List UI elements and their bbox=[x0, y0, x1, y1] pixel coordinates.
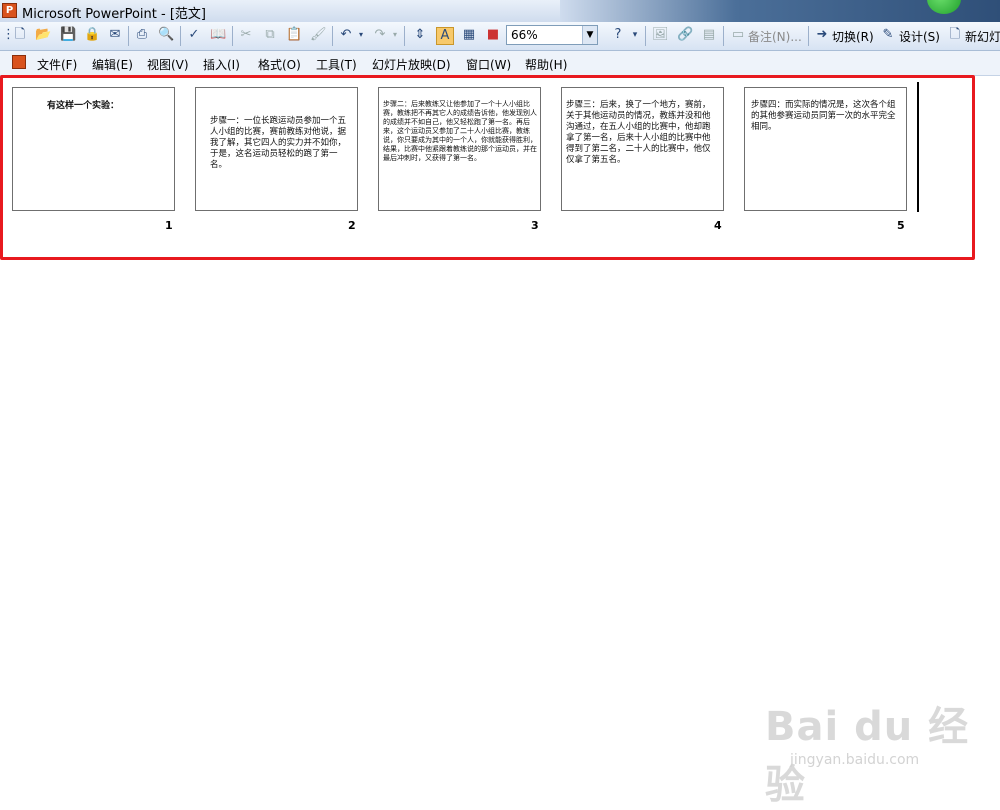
toolbar-separator bbox=[332, 26, 333, 46]
menu-insert[interactable]: 插入(I) bbox=[203, 56, 240, 73]
save-icon[interactable]: 💾 bbox=[60, 27, 76, 43]
slide-text: 步骤四：而实际的情况是，这次各个组的其他参赛运动员同第一次的水平完全相同。 bbox=[751, 100, 896, 132]
print-preview-icon[interactable]: 🔍 bbox=[158, 27, 174, 43]
toolbar-separator bbox=[232, 26, 233, 46]
insert-chart-icon[interactable]: ▤ bbox=[701, 27, 717, 43]
menu-bar: 文件(F) 编辑(E) 视图(V) 插入(I) 格式(O) 工具(T) 幻灯片放… bbox=[0, 51, 1000, 76]
grid-icon[interactable]: ▦ bbox=[461, 27, 477, 43]
paste-icon[interactable]: 📋 bbox=[286, 27, 302, 43]
new-slide-icon[interactable]: 🗋 bbox=[947, 27, 963, 43]
research-icon[interactable]: 📖 bbox=[210, 27, 226, 43]
slide-thumbnail-4[interactable]: 步骤三：后来，换了一个地方，赛前，关于其他运动员的情况，教练并没和他沟通过，在五… bbox=[561, 87, 724, 211]
slide-number: 5 bbox=[897, 219, 905, 232]
menu-file[interactable]: 文件(F) bbox=[37, 56, 77, 73]
hyperlink-icon[interactable]: 🔗 bbox=[677, 27, 693, 43]
insertion-cursor bbox=[917, 82, 919, 212]
slide-text: 步骤三：后来，换了一个地方，赛前，关于其他运动员的情况，教练并没和他沟通过，在五… bbox=[566, 100, 711, 165]
design-icon[interactable]: ✎ bbox=[880, 27, 896, 43]
window-title: Microsoft PowerPoint - [范文] bbox=[22, 7, 206, 22]
toolbar-separator bbox=[180, 26, 181, 46]
baidu-watermark-url: jingyan.baidu.com bbox=[790, 752, 920, 768]
new-slide-button[interactable]: 新幻灯 bbox=[965, 28, 1000, 45]
powerpoint-app-icon[interactable]: P bbox=[2, 3, 17, 18]
zoom-value: 66% bbox=[511, 28, 538, 42]
title-bar: P Microsoft PowerPoint - [范文] bbox=[0, 0, 1000, 23]
new-document-icon[interactable]: 🗋 bbox=[12, 27, 28, 43]
slide-text: 步骤二：后来教练又让他参加了一个十人小组比赛，教练把不再其它人的成绩告诉他，他发… bbox=[383, 100, 537, 162]
format-painter-icon[interactable]: 🖌 bbox=[310, 27, 327, 43]
email-icon[interactable]: ✉ bbox=[107, 27, 123, 43]
slide-number: 4 bbox=[714, 219, 722, 232]
spelling-icon[interactable]: ✓ bbox=[186, 27, 202, 43]
copy-icon[interactable]: ⧉ bbox=[262, 27, 278, 43]
print-icon[interactable]: ⎙ bbox=[134, 27, 150, 43]
document-menu-icon[interactable] bbox=[12, 55, 26, 69]
toolbar-separator bbox=[128, 26, 129, 46]
menu-help[interactable]: 帮助(H) bbox=[525, 56, 567, 73]
menu-slideshow[interactable]: 幻灯片放映(D) bbox=[372, 56, 451, 73]
insert-picture-icon[interactable]: 🖼 bbox=[652, 27, 669, 43]
zoom-select[interactable]: 66% ▼ bbox=[506, 25, 598, 45]
redo-icon[interactable]: ↷ bbox=[372, 27, 388, 43]
chevron-down-icon[interactable]: ▼ bbox=[582, 26, 597, 44]
notes-icon[interactable]: ▭ bbox=[730, 27, 746, 43]
slide-thumbnail-5[interactable]: 步骤四：而实际的情况是，这次各个组的其他参赛运动员同第一次的水平完全相同。 bbox=[744, 87, 907, 211]
slide-number: 3 bbox=[531, 219, 539, 232]
standard-toolbar: ⋮ 🗋 📂 💾 🔒 ✉ ⎙ 🔍 ✓ 📖 ✂ ⧉ 📋 🖌 ↶ ▾ ↷ ▾ ⇕ A … bbox=[0, 22, 1000, 51]
toolbar-separator bbox=[808, 26, 809, 46]
slide-text: 有这样一个实验： bbox=[47, 101, 120, 111]
cut-icon[interactable]: ✂ bbox=[238, 27, 254, 43]
help-icon[interactable]: ? bbox=[610, 27, 626, 43]
open-folder-icon[interactable]: 📂 bbox=[35, 27, 51, 43]
undo-dropdown-icon[interactable]: ▾ bbox=[357, 27, 365, 43]
menu-window[interactable]: 窗口(W) bbox=[466, 56, 511, 73]
slide-transition-icon[interactable]: ➜ bbox=[814, 27, 830, 43]
toolbar-grip-icon[interactable]: ⋮ bbox=[2, 27, 15, 43]
toolbar-separator bbox=[404, 26, 405, 46]
color-grayscale-icon[interactable]: ■ bbox=[485, 27, 501, 43]
toolbar-options-icon[interactable]: ▾ bbox=[630, 27, 640, 43]
transition-button[interactable]: 切换(R) bbox=[832, 28, 874, 45]
slide-number: 2 bbox=[348, 219, 356, 232]
permission-icon[interactable]: 🔒 bbox=[84, 27, 100, 43]
redo-dropdown-icon[interactable]: ▾ bbox=[391, 27, 399, 43]
notes-button[interactable]: 备注(N)... bbox=[748, 28, 802, 45]
design-button[interactable]: 设计(S) bbox=[899, 28, 940, 45]
menu-view[interactable]: 视图(V) bbox=[147, 56, 189, 73]
undo-icon[interactable]: ↶ bbox=[338, 27, 354, 43]
slide-thumbnail-1[interactable]: 有这样一个实验： bbox=[12, 87, 175, 211]
slide-thumbnail-2[interactable]: 步骤一：一位长跑运动员参加一个五人小组的比赛，赛前教练对他说，据我了解，其它四人… bbox=[195, 87, 358, 211]
show-formatting-icon[interactable]: A bbox=[436, 27, 454, 45]
toolbar-separator bbox=[645, 26, 646, 46]
slide-text: 步骤一：一位长跑运动员参加一个五人小组的比赛，赛前教练对他说，据我了解，其它四人… bbox=[210, 116, 347, 170]
toolbar-separator bbox=[723, 26, 724, 46]
menu-format[interactable]: 格式(O) bbox=[258, 56, 301, 73]
expand-all-icon[interactable]: ⇕ bbox=[412, 27, 428, 43]
slide-number: 1 bbox=[165, 219, 173, 232]
menu-tools[interactable]: 工具(T) bbox=[316, 56, 357, 73]
menu-edit[interactable]: 编辑(E) bbox=[92, 56, 133, 73]
slide-thumbnail-3[interactable]: 步骤二：后来教练又让他参加了一个十人小组比赛，教练把不再其它人的成绩告诉他，他发… bbox=[378, 87, 541, 211]
